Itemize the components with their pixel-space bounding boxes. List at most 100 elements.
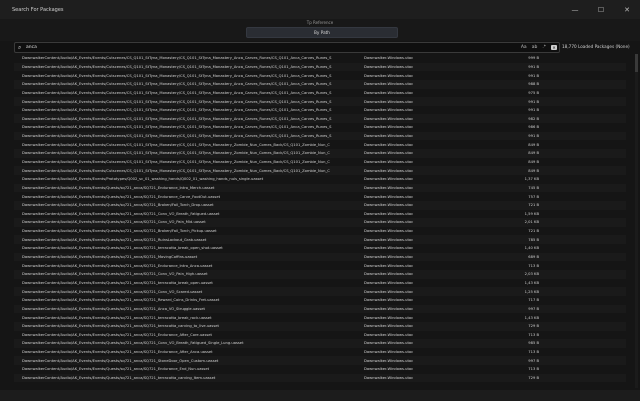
package-size: 689 B xyxy=(528,255,539,260)
package-container: Dawnwalker-Windows.utoc xyxy=(364,341,414,346)
package-container: Dawnwalker-Windows.utoc xyxy=(364,56,414,61)
package-path: DawnwalkerContent/Audio/AK_Events/Events… xyxy=(22,125,332,130)
package-container: Dawnwalker-Windows.utoc xyxy=(364,185,414,190)
package-path: DawnwalkerContent/Audio/AK_Events/Events… xyxy=(22,99,332,104)
table-row[interactable]: DawnwalkerContent/Audio/AK_Events/Events… xyxy=(14,140,626,149)
table-row[interactable]: DawnwalkerContent/Audio/AK_Events/Events… xyxy=(14,279,626,288)
table-row[interactable]: DawnwalkerContent/Audio/AK_Events/Events… xyxy=(14,313,626,322)
package-size: 997 B xyxy=(528,358,539,363)
table-row[interactable]: DawnwalkerContent/Audio/AK_Events/Events… xyxy=(14,200,626,210)
package-container: Dawnwalker-Windows.utoc xyxy=(364,246,414,251)
package-path: DawnwalkerContent/Audio/AK_Events/Events… xyxy=(22,211,220,216)
table-row[interactable]: DawnwalkerContent/Audio/AK_Events/Events… xyxy=(14,252,626,262)
table-row[interactable]: DawnwalkerContent/Audio/AK_Events/Events… xyxy=(14,131,626,141)
package-path: DawnwalkerContent/Audio/AK_Events/Events… xyxy=(22,280,213,285)
package-container: Dawnwalker-Windows.utoc xyxy=(364,229,414,234)
package-container: Dawnwalker-Windows.utoc xyxy=(364,99,414,104)
package-container: Dawnwalker-Windows.utoc xyxy=(364,194,414,199)
package-size: 1,37 KB xyxy=(524,177,539,182)
table-row[interactable]: DawnwalkerContent/Audio/AK_Events/Events… xyxy=(14,261,626,270)
table-row[interactable]: DawnwalkerContent/Audio/AK_Events/Events… xyxy=(14,244,626,253)
table-row[interactable]: DawnwalkerContent/Audio/AK_Events/Events… xyxy=(14,331,626,340)
package-size: 721 B xyxy=(528,203,539,208)
regex-toggle[interactable]: .* xyxy=(542,45,546,50)
close-button[interactable]: ✕ xyxy=(614,0,640,19)
table-row[interactable]: DawnwalkerContent/Audio/AK_Events/Events… xyxy=(14,54,626,63)
package-container: Dawnwalker-Windows.utoc xyxy=(364,367,414,372)
table-row[interactable]: DawnwalkerContent/Audio/AK_Events/Events… xyxy=(14,183,626,193)
package-container: Dawnwalker-Windows.utoc xyxy=(364,350,414,355)
package-container: Dawnwalker-Windows.utoc xyxy=(364,263,414,268)
table-row[interactable]: DawnwalkerContent/Audio/AK_Events/Events… xyxy=(14,339,626,348)
table-row[interactable]: DawnwalkerContent/Audio/AK_Events/Events… xyxy=(14,348,626,357)
table-row[interactable]: DawnwalkerContent/Audio/AK_Events/Events… xyxy=(14,304,626,314)
package-container: Dawnwalker-Windows.utoc xyxy=(364,272,414,277)
loaded-packages-count: 18,770 Loaded Packages (None) xyxy=(562,44,630,49)
table-row[interactable]: DawnwalkerContent/Audio/AK_Events/Events… xyxy=(14,365,626,374)
table-row[interactable]: DawnwalkerContent/Audio/AK_Events/Events… xyxy=(14,175,626,184)
package-path: DawnwalkerContent/Audio/AK_Events/Events… xyxy=(22,229,217,234)
package-container: Dawnwalker-Windows.utoc xyxy=(364,125,414,130)
table-row[interactable]: DawnwalkerContent/Audio/AK_Events/Events… xyxy=(14,356,626,366)
package-path: DawnwalkerContent/Audio/AK_Events/Events… xyxy=(22,324,219,329)
package-container: Dawnwalker-Windows.utoc xyxy=(364,177,414,182)
package-path: DawnwalkerContent/Audio/AK_Events/Events… xyxy=(22,142,330,147)
package-container: Dawnwalker-Windows.utoc xyxy=(364,298,414,303)
table-row[interactable]: DawnwalkerContent/Audio/AK_Events/Events… xyxy=(14,106,626,115)
clear-search-button[interactable]: ✕ xyxy=(551,45,557,50)
table-row[interactable]: DawnwalkerContent/Audio/AK_Events/Events… xyxy=(14,149,626,158)
table-row[interactable]: DawnwalkerContent/Audio/AK_Events/Events… xyxy=(14,227,626,236)
table-row[interactable]: DawnwalkerContent/Audio/AK_Events/Events… xyxy=(14,166,626,175)
package-path: DawnwalkerContent/Audio/AK_Events/Events… xyxy=(22,263,213,268)
package-list: DawnwalkerContent/Audio/AK_Events/Events… xyxy=(14,54,626,388)
table-row[interactable]: DawnwalkerContent/Audio/AK_Events/Events… xyxy=(14,373,626,383)
package-path: DawnwalkerContent/Audio/AK_Events/Events… xyxy=(22,177,264,182)
table-row[interactable]: DawnwalkerContent/Audio/AK_Events/Events… xyxy=(14,71,626,80)
search-input[interactable] xyxy=(26,43,426,52)
package-path: DawnwalkerContent/Audio/AK_Events/Events… xyxy=(22,306,205,311)
package-path: DawnwalkerContent/Audio/AK_Events/Events… xyxy=(22,134,332,139)
package-size: 986 B xyxy=(528,125,539,130)
package-container: Dawnwalker-Windows.utoc xyxy=(364,116,414,121)
package-path: DawnwalkerContent/Audio/AK_Events/Events… xyxy=(22,272,208,277)
package-path: DawnwalkerContent/Audio/AK_Events/Events… xyxy=(22,376,216,381)
match-case-toggle[interactable]: Aa xyxy=(521,45,527,50)
table-row[interactable]: DawnwalkerContent/Audio/AK_Events/Events… xyxy=(14,114,626,124)
table-row[interactable]: DawnwalkerContent/Audio/AK_Events/Events… xyxy=(14,79,626,89)
table-row[interactable]: DawnwalkerContent/Audio/AK_Events/Events… xyxy=(14,210,626,219)
package-size: 985 B xyxy=(528,341,539,346)
package-size: 757 B xyxy=(528,194,539,199)
minimize-button[interactable]: — xyxy=(562,0,588,19)
package-size: 849 B xyxy=(528,168,539,173)
by-path-button[interactable]: By Path xyxy=(246,27,398,38)
table-row[interactable]: DawnwalkerContent/Audio/AK_Events/Events… xyxy=(14,89,626,98)
package-path: DawnwalkerContent/Audio/AK_Events/Events… xyxy=(22,194,221,199)
table-row[interactable]: DawnwalkerContent/Audio/AK_Events/Events… xyxy=(14,192,626,201)
package-container: Dawnwalker-Windows.utoc xyxy=(364,332,414,337)
table-row[interactable]: DawnwalkerContent/Audio/AK_Events/Events… xyxy=(14,287,626,296)
package-container: Dawnwalker-Windows.utoc xyxy=(364,151,414,156)
table-row[interactable]: DawnwalkerContent/Audio/AK_Events/Events… xyxy=(14,235,626,245)
package-size: 1,40 KB xyxy=(524,246,539,251)
table-row[interactable]: DawnwalkerContent/Audio/AK_Events/Events… xyxy=(14,270,626,279)
package-container: Dawnwalker-Windows.utoc xyxy=(364,142,414,147)
package-path: DawnwalkerContent/Audio/AK_Events/Events… xyxy=(22,350,213,355)
package-container: Dawnwalker-Windows.utoc xyxy=(364,306,414,311)
package-container: Dawnwalker-Windows.utoc xyxy=(364,220,414,225)
scrollbar-thumb[interactable] xyxy=(635,54,638,72)
list-scrollbar[interactable] xyxy=(635,54,638,388)
whole-word-toggle[interactable]: ab xyxy=(532,45,538,50)
package-size: 713 B xyxy=(528,263,539,268)
maximize-button[interactable]: ☐ xyxy=(588,0,614,19)
table-row[interactable]: DawnwalkerContent/Audio/AK_Events/Events… xyxy=(14,97,626,106)
search-icon: ⌕ xyxy=(18,44,22,51)
table-row[interactable]: DawnwalkerContent/Audio/AK_Events/Events… xyxy=(14,158,626,167)
table-row[interactable]: DawnwalkerContent/Audio/AK_Events/Events… xyxy=(14,123,626,132)
table-row[interactable]: DawnwalkerContent/Audio/AK_Events/Events… xyxy=(14,62,626,72)
table-row[interactable]: DawnwalkerContent/Audio/AK_Events/Events… xyxy=(14,296,626,305)
package-path: DawnwalkerContent/Audio/AK_Events/Events… xyxy=(22,341,244,346)
package-size: 1,43 KB xyxy=(524,315,539,320)
table-row[interactable]: DawnwalkerContent/Audio/AK_Events/Events… xyxy=(14,321,626,331)
table-row[interactable]: DawnwalkerContent/Audio/AK_Events/Events… xyxy=(14,218,626,227)
package-path: DawnwalkerContent/Audio/AK_Events/Events… xyxy=(22,64,332,69)
